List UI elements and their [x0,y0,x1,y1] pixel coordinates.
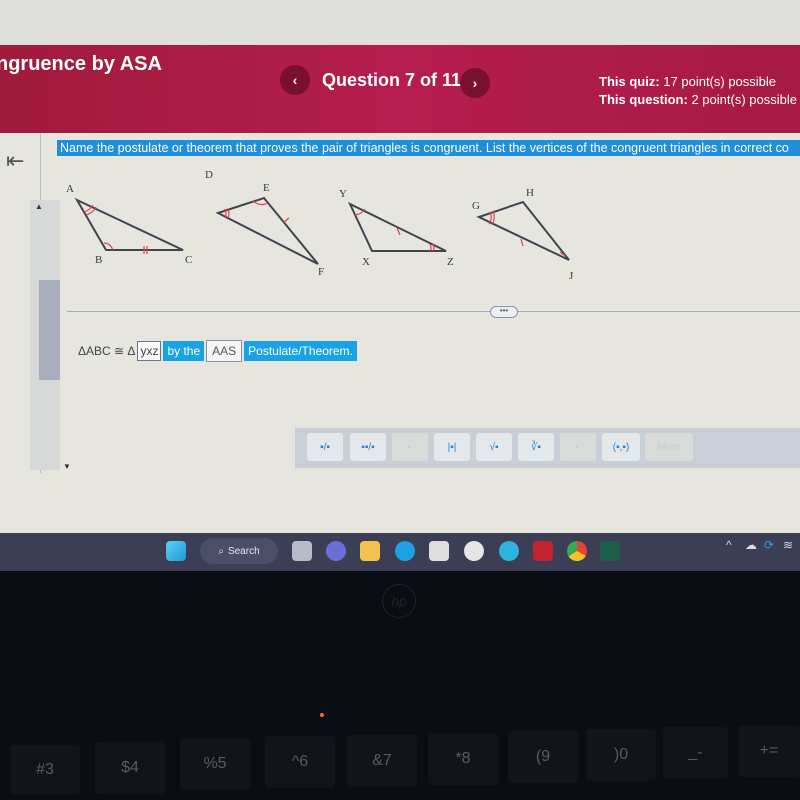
svg-text:B: B [95,254,102,266]
taskbar-search[interactable]: ⌕ Search [200,538,278,564]
scroll-down-arrow-icon[interactable]: ▼ [63,462,71,471]
section-divider [67,311,800,312]
microsoft-store-icon[interactable] [429,541,449,561]
app-circle-icon[interactable] [464,541,484,561]
decimal-button[interactable]: ▪. [560,433,596,461]
key-equals: += [738,725,800,777]
svg-text:J: J [569,270,574,282]
svg-text:E: E [263,182,270,194]
mixed-number-button[interactable]: ▪▪/▪ [350,433,386,461]
mcafee-icon[interactable] [533,541,553,561]
answer-suffix: Postulate/Theorem. [244,341,357,361]
key-0: )0 [586,729,656,781]
onedrive-icon[interactable]: ☁ [745,538,757,552]
tray-chevron-icon[interactable]: ^ [726,538,732,552]
key-6: ^6 [265,736,335,788]
triangle-def-marks [224,200,290,224]
key-3: #3 [10,745,80,795]
svg-text:Z: Z [447,256,454,268]
triangle-figures: A B C D E F Y X Z G H J [66,169,574,282]
nth-root-button[interactable]: ∛▪ [518,433,554,461]
svg-text:C: C [185,254,192,266]
triangle-xyz [347,201,447,252]
svg-text:D: D [205,169,213,181]
svg-text:X: X [362,256,370,268]
svg-text:A: A [66,183,74,195]
key-4: $4 [95,742,165,794]
svg-text:Y: Y [339,188,347,200]
expand-button[interactable]: ••• [490,306,518,318]
exponent-button[interactable]: ▪ᐧ [392,433,428,461]
triangle-ghj [476,200,570,261]
triangle-abc [74,197,184,251]
triangle-xyz-marks [354,208,435,252]
key-8: *8 [428,733,498,785]
postulate-answer-input[interactable]: AAS [206,340,243,362]
key-5: %5 [180,738,250,790]
triangle-def [215,196,319,265]
answer-prefix: ΔABC ≅ Δ [78,344,136,358]
app-grid-icon[interactable] [600,541,620,561]
svg-text:H: H [526,187,534,199]
absolute-value-button[interactable]: |▪| [434,433,470,461]
task-view-icon[interactable] [292,541,312,561]
triangle-ghj-marks [488,210,566,256]
key-7: &7 [347,735,417,787]
sync-icon[interactable]: ⟳ [764,538,774,552]
hp-logo: hp [382,584,416,618]
wifi-icon[interactable]: ≋ [783,538,793,552]
fraction-button[interactable]: ▪/▪ [307,433,343,461]
svg-text:F: F [318,266,324,278]
edge-icon[interactable] [395,541,415,561]
chrome-icon[interactable] [567,541,587,561]
key-9: (9 [508,731,578,783]
search-label: Search [227,545,260,557]
get-help-icon[interactable] [499,541,519,561]
mute-led [320,713,324,717]
key-minus: _- [663,727,728,779]
by-the-text: by the [163,341,205,361]
ordered-pair-button[interactable]: (▪,▪) [602,433,640,461]
answer-row: ΔABC ≅ Δ yxz by the AAS Postulate/Theore… [78,340,357,362]
math-toolbar: ▪/▪ ▪▪/▪ ▪ᐧ |▪| √▪ ∛▪ ▪. (▪,▪) More [295,428,800,468]
more-button[interactable]: More [645,433,693,461]
triangle-answer-input[interactable]: yxz [137,341,162,361]
square-root-button[interactable]: √▪ [476,433,512,461]
search-icon: ⌕ [218,545,224,557]
file-explorer-icon[interactable] [360,541,380,561]
start-icon[interactable] [166,541,186,561]
teams-chat-icon[interactable] [326,541,346,561]
svg-text:G: G [472,200,480,212]
